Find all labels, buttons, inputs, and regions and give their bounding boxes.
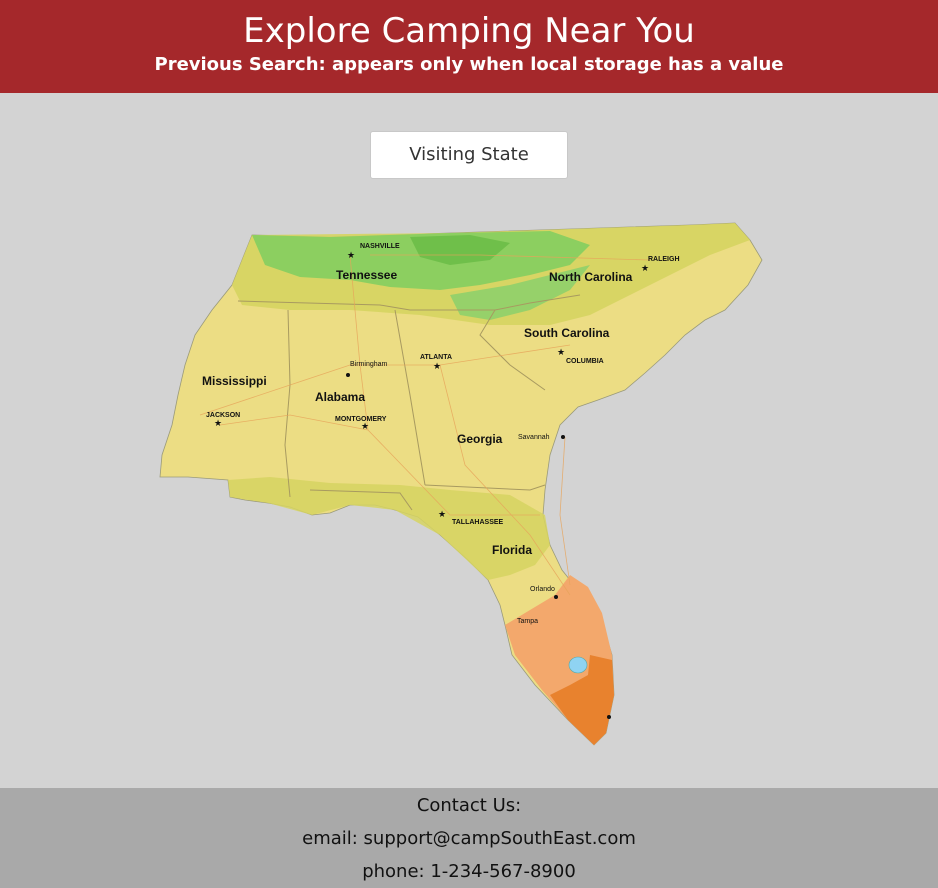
page-footer: Contact Us: email: support@campSouthEast… (0, 788, 938, 888)
city-marker-savannah (561, 435, 565, 439)
city-label-montgomery: MONTGOMERY (335, 416, 387, 423)
contact-email: email: support@campSouthEast.com (302, 828, 636, 849)
state-label-georgia: Georgia (457, 432, 503, 446)
map-svg: Tennessee North Carolina South Carolina … (159, 222, 763, 746)
visiting-state-button[interactable]: Visiting State (370, 131, 568, 179)
city-marker-birmingham (346, 373, 350, 377)
state-label-north-carolina: North Carolina (549, 270, 633, 284)
southeast-map[interactable]: Tennessee North Carolina South Carolina … (150, 215, 770, 785)
page-title: Explore Camping Near You (243, 11, 695, 51)
city-marker-raleigh: ★ (641, 263, 649, 273)
city-marker-jackson: ★ (214, 418, 222, 428)
previous-search-text: Previous Search: appears only when local… (154, 54, 784, 75)
state-label-tennessee: Tennessee (336, 268, 397, 282)
city-marker-nashville: ★ (347, 250, 355, 260)
state-label-florida: Florida (492, 543, 532, 557)
state-label-alabama: Alabama (315, 390, 365, 404)
city-label-jackson: JACKSON (206, 412, 240, 419)
lake-okeechobee (568, 656, 588, 674)
city-label-orlando: Orlando (530, 586, 555, 593)
city-label-tallahassee: TALLAHASSEE (452, 519, 504, 526)
contact-heading: Contact Us: (416, 795, 522, 816)
city-marker-columbia: ★ (557, 347, 565, 357)
city-label-columbia: COLUMBIA (566, 358, 604, 365)
state-label-mississippi: Mississippi (202, 374, 267, 388)
city-label-savannah: Savannah (518, 434, 550, 441)
state-label-south-carolina: South Carolina (524, 326, 610, 340)
page-header: Explore Camping Near You Previous Search… (0, 0, 938, 93)
city-marker-tallahassee: ★ (438, 509, 446, 519)
contact-phone: phone: 1-234-567-8900 (362, 861, 576, 882)
city-label-tampa: Tampa (517, 618, 538, 625)
city-label-nashville: NASHVILLE (360, 243, 400, 250)
city-label-birmingham: Birmingham (350, 361, 388, 368)
state-select-area: Visiting State (0, 93, 938, 179)
city-label-raleigh: RALEIGH (648, 256, 680, 263)
city-marker-miami (607, 715, 611, 719)
city-label-atlanta: ATLANTA (420, 354, 452, 361)
city-marker-orlando (554, 595, 558, 599)
city-marker-atlanta: ★ (433, 361, 441, 371)
